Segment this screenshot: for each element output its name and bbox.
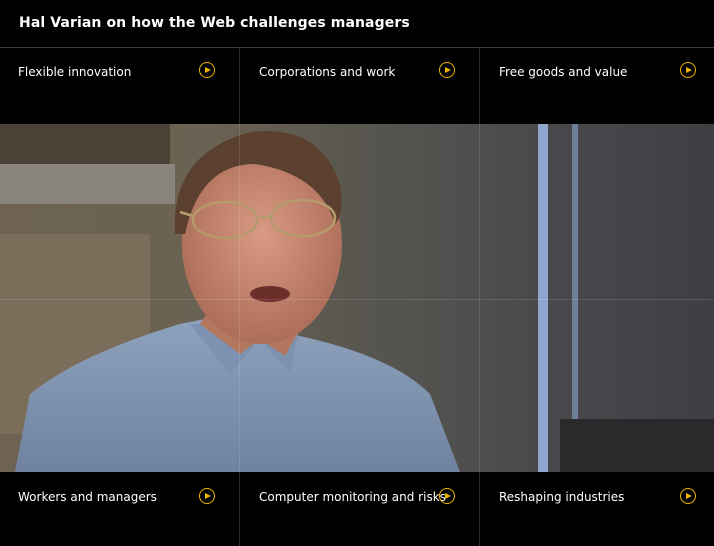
- topic-corporations-and-work[interactable]: Corporations and work: [240, 48, 480, 124]
- speaker-image: [0, 124, 714, 472]
- topic-computer-monitoring-and-risks[interactable]: Computer monitoring and risks: [240, 472, 480, 546]
- topic-menu-top: Flexible innovation Corporations and wor…: [0, 48, 714, 124]
- topic-workers-and-managers[interactable]: Workers and managers: [0, 472, 240, 546]
- topic-label: Flexible innovation: [18, 65, 132, 79]
- video-still: [0, 124, 714, 472]
- play-icon[interactable]: [439, 488, 455, 504]
- header: Hal Varian on how the Web challenges man…: [0, 0, 714, 48]
- page-title: Hal Varian on how the Web challenges man…: [19, 15, 410, 31]
- play-icon[interactable]: [439, 62, 455, 78]
- topic-label: Corporations and work: [259, 65, 396, 79]
- topic-reshaping-industries[interactable]: Reshaping industries: [480, 472, 714, 546]
- topic-label: Reshaping industries: [499, 490, 625, 504]
- topic-label: Free goods and value: [499, 65, 628, 79]
- topic-menu-bottom: Workers and managers Computer monitoring…: [0, 472, 714, 546]
- play-icon[interactable]: [199, 62, 215, 78]
- topic-free-goods-and-value[interactable]: Free goods and value: [480, 48, 714, 124]
- play-icon[interactable]: [680, 62, 696, 78]
- play-icon[interactable]: [680, 488, 696, 504]
- topic-label: Computer monitoring and risks: [259, 490, 446, 504]
- play-icon[interactable]: [199, 488, 215, 504]
- topic-flexible-innovation[interactable]: Flexible innovation: [0, 48, 240, 124]
- topic-label: Workers and managers: [18, 490, 157, 504]
